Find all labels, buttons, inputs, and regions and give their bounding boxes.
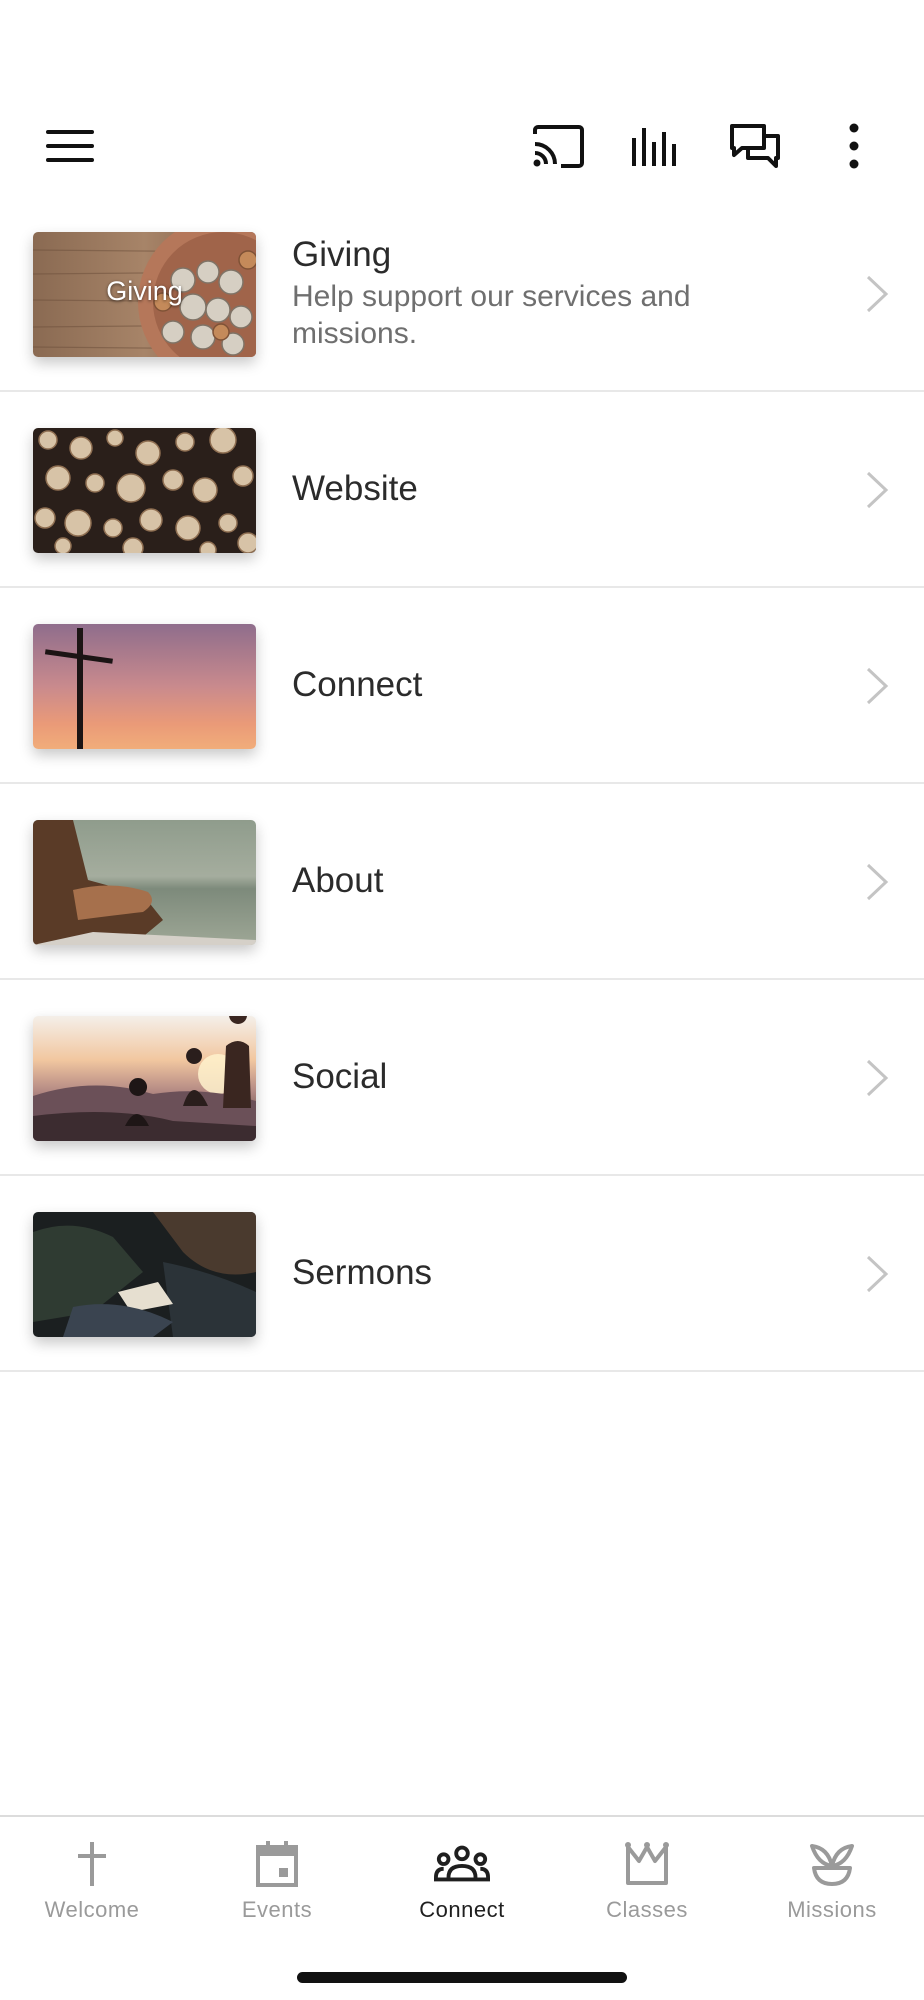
tab-label: Connect [419, 1897, 505, 1922]
tab-label: Missions [787, 1897, 877, 1922]
list-item-about[interactable]: About [0, 784, 924, 980]
chevron-right-icon [866, 275, 889, 313]
people-mountain-sunset-image [33, 1016, 256, 1141]
tab-label: Classes [606, 1897, 688, 1922]
thumb-label: Giving [106, 276, 183, 306]
congregation-bible-image [33, 1212, 256, 1337]
plant-icon [810, 1844, 854, 1886]
tab-connect[interactable]: Connect [370, 1817, 554, 1937]
more-vertical-icon[interactable] [824, 116, 884, 176]
audio-bars-icon[interactable] [627, 116, 687, 176]
group-icon [434, 1845, 490, 1882]
row-title: Social [292, 1057, 388, 1096]
row-title: Giving [292, 235, 392, 274]
calendar-icon [256, 1841, 298, 1887]
list-item-giving[interactable]: Giving Giving Help support our services … [0, 196, 924, 392]
row-subtitle: Help support our services and missions. [292, 280, 691, 350]
tab-missions[interactable]: Missions [740, 1817, 924, 1937]
chevron-right-icon [866, 863, 889, 901]
home-indicator [297, 1972, 627, 1983]
chevron-right-icon [866, 471, 889, 509]
row-title: Sermons [292, 1253, 433, 1292]
praying-hands-lake-image [33, 820, 256, 945]
row-title: About [292, 861, 384, 900]
chevron-right-icon [866, 667, 889, 705]
giving-coins-image: Giving [33, 232, 256, 357]
list-item-website[interactable]: Website [0, 392, 924, 588]
list-item-connect[interactable]: Connect [0, 588, 924, 784]
tab-welcome[interactable]: Welcome [0, 1817, 184, 1937]
stacked-logs-image [33, 428, 256, 553]
chat-icon[interactable] [725, 116, 785, 176]
cross-sunset-image [33, 624, 256, 749]
row-title: Website [292, 469, 418, 508]
top-toolbar [0, 0, 924, 200]
cross-icon [78, 1842, 106, 1886]
tab-events[interactable]: Events [185, 1817, 369, 1937]
tab-label: Events [241, 1897, 313, 1922]
tab-label: Welcome [44, 1897, 140, 1922]
content-list: Giving Giving Help support our services … [0, 196, 924, 1372]
row-title: Connect [292, 665, 423, 704]
chevron-right-icon [866, 1255, 889, 1293]
list-item-sermons[interactable]: Sermons [0, 1176, 924, 1372]
cast-icon[interactable] [528, 116, 588, 176]
tab-classes[interactable]: Classes [555, 1817, 739, 1937]
crown-icon [625, 1842, 669, 1885]
chevron-right-icon [866, 1059, 889, 1097]
list-item-social[interactable]: Social [0, 980, 924, 1176]
menu-icon[interactable] [40, 116, 100, 176]
